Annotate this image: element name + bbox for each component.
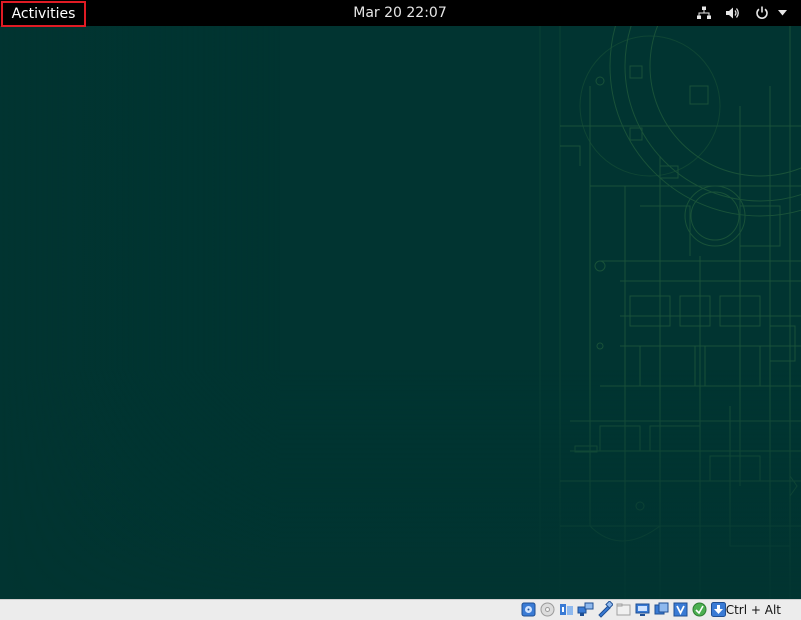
mouse-integration-icon[interactable] bbox=[691, 601, 708, 618]
hard-disk-icon[interactable] bbox=[520, 601, 537, 618]
network-icon[interactable] bbox=[577, 601, 594, 618]
video-capture-icon[interactable] bbox=[653, 601, 670, 618]
vm-screen: Activities Mar 20 22:07 Ctrl + Alt bbox=[0, 0, 801, 620]
top-bar: Activities Mar 20 22:07 bbox=[0, 0, 801, 27]
audio-icon[interactable] bbox=[558, 601, 575, 618]
virtualization-icon[interactable] bbox=[672, 601, 689, 618]
volume-icon[interactable] bbox=[725, 6, 741, 20]
activities-button[interactable]: Activities bbox=[1, 1, 86, 27]
shared-folder-icon[interactable] bbox=[615, 601, 632, 618]
chevron-down-icon bbox=[778, 10, 787, 16]
network-wired-icon[interactable] bbox=[697, 6, 711, 20]
blueprint-pattern bbox=[0, 26, 801, 599]
desktop-wallpaper bbox=[0, 26, 801, 599]
usb-icon[interactable] bbox=[596, 601, 613, 618]
status-icons bbox=[520, 601, 727, 618]
power-icon[interactable] bbox=[755, 6, 787, 20]
system-tray[interactable] bbox=[697, 0, 787, 26]
host-key-label[interactable]: Ctrl + Alt bbox=[726, 600, 781, 620]
vm-status-bar: Ctrl + Alt bbox=[0, 599, 801, 620]
clock[interactable]: Mar 20 22:07 bbox=[300, 0, 500, 26]
display-icon[interactable] bbox=[634, 601, 651, 618]
host-key-arrow-icon[interactable] bbox=[710, 601, 727, 618]
optical-drive-icon[interactable] bbox=[539, 601, 556, 618]
